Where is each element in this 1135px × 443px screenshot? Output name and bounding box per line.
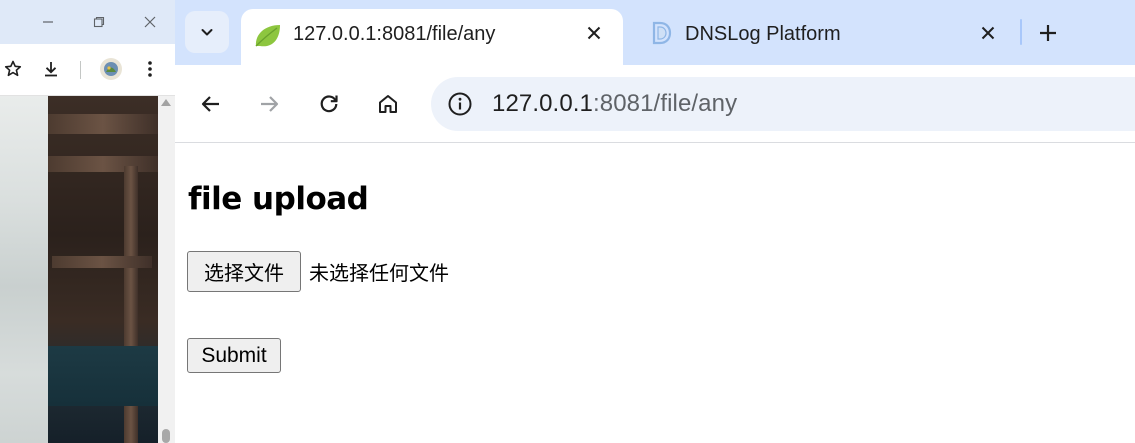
no-file-selected-label: 未选择任何文件 — [309, 261, 449, 285]
bookmark-star-icon[interactable] — [0, 56, 26, 82]
dnslog-favicon-icon — [652, 21, 672, 45]
forward-button[interactable] — [254, 89, 284, 119]
background-window-titlebar — [0, 0, 175, 44]
restore-icon[interactable] — [85, 8, 113, 36]
background-photo-left — [0, 96, 48, 443]
toolbar-divider — [80, 61, 81, 79]
background-window-toolbar — [0, 44, 175, 96]
scrollbar-thumb[interactable] — [162, 429, 170, 443]
forward-arrow-icon — [261, 96, 279, 112]
file-input: 选择文件 未选择任何文件 — [187, 251, 449, 292]
background-photo — [48, 96, 158, 443]
home-icon — [379, 95, 397, 113]
tab-dnslog[interactable]: DNSLog Platform — [635, 9, 1005, 57]
minimize-icon[interactable] — [34, 8, 62, 36]
close-tab-icon[interactable] — [581, 20, 607, 46]
navigation-toolbar: 127.0.0.1:8081/file/any — [175, 65, 1135, 143]
tab-title: 127.0.0.1:8081/file/any — [293, 23, 496, 45]
close-tab-icon[interactable] — [975, 20, 1001, 46]
close-window-icon[interactable] — [136, 8, 164, 36]
address-bar[interactable]: 127.0.0.1:8081/file/any — [431, 77, 1135, 131]
main-browser-window: 127.0.0.1:8081/file/any DNSLog Platform — [175, 0, 1135, 443]
background-page-content — [0, 96, 175, 443]
url-text[interactable]: 127.0.0.1:8081/file/any — [492, 90, 737, 118]
page-title: file upload — [188, 181, 369, 217]
background-scrollbar[interactable] — [158, 96, 175, 443]
new-tab-button[interactable] — [1034, 19, 1062, 47]
back-button[interactable] — [196, 89, 226, 119]
more-menu-icon[interactable] — [137, 56, 163, 82]
back-arrow-icon — [201, 96, 219, 112]
tab-active[interactable]: 127.0.0.1:8081/file/any — [241, 9, 623, 65]
page-content: file upload 选择文件 未选择任何文件 Submit — [175, 144, 1135, 443]
reload-icon — [320, 95, 338, 113]
background-browser-window — [0, 0, 175, 443]
profile-avatar[interactable] — [98, 56, 124, 82]
scroll-up-arrow-icon[interactable] — [161, 99, 171, 106]
tab-title: DNSLog Platform — [685, 23, 841, 45]
plus-icon — [1040, 25, 1056, 41]
url-path: :8081/file/any — [593, 90, 738, 117]
site-info-icon[interactable] — [445, 89, 475, 119]
choose-file-button[interactable]: 选择文件 — [187, 251, 301, 292]
url-host: 127.0.0.1 — [492, 90, 593, 117]
spring-leaf-icon — [255, 25, 280, 47]
home-button[interactable] — [373, 89, 403, 119]
download-icon[interactable] — [38, 56, 64, 82]
chevron-down-icon — [201, 29, 213, 36]
tab-search-button[interactable] — [185, 11, 229, 53]
submit-button[interactable]: Submit — [187, 338, 281, 373]
reload-button[interactable] — [314, 89, 344, 119]
tab-separator — [1020, 19, 1022, 45]
tab-strip: 127.0.0.1:8081/file/any DNSLog Platform — [175, 0, 1135, 65]
